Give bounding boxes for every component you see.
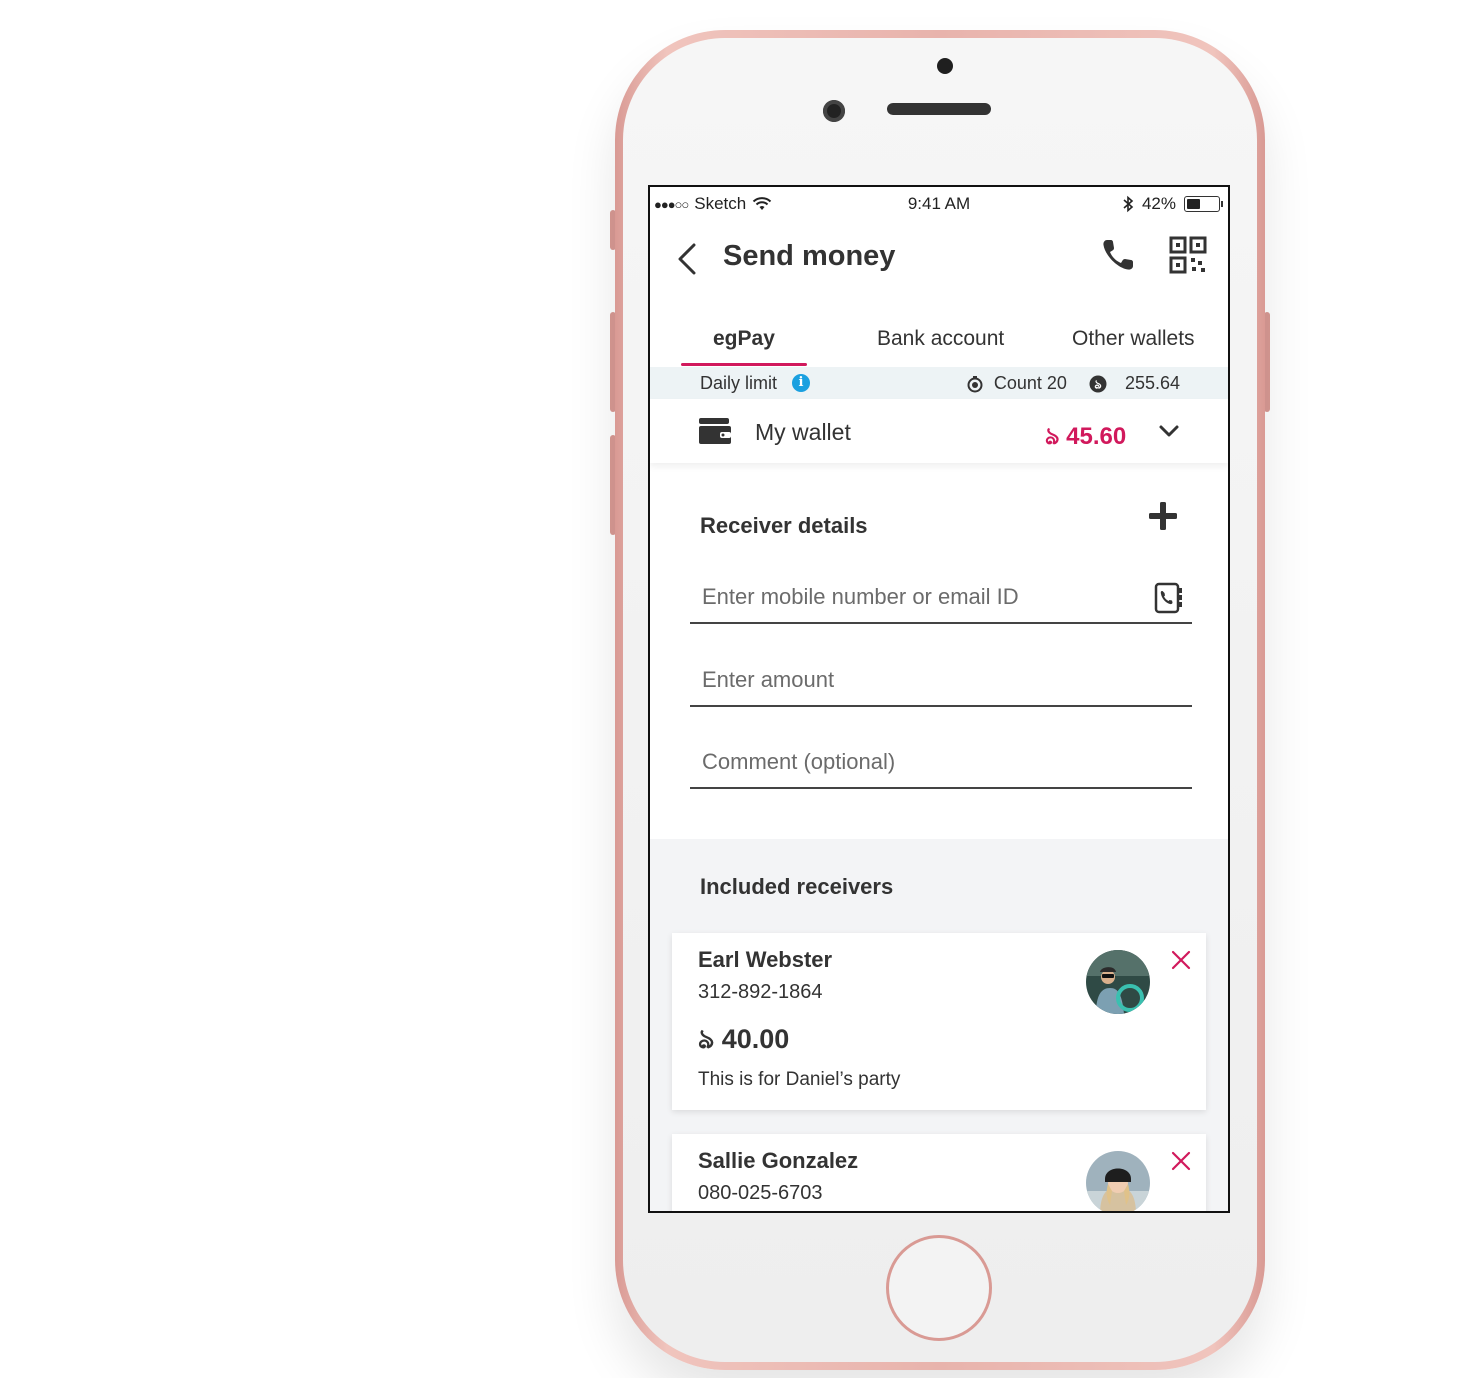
wallet-label: My wallet [755,419,851,445]
svg-text:ঌ: ঌ [1094,377,1101,391]
daily-limit-amount: 255.64 [1124,373,1180,393]
daily-limit-bar: Daily limit i Count 20 ঌ 255.64 [650,367,1228,399]
comment-field [690,737,1192,789]
mobile-email-input[interactable] [690,572,1192,622]
receiver-details-title: Receiver details [700,513,868,538]
add-receiver-button[interactable] [1146,499,1180,533]
receiver-comment: This is for Daniel’s party [698,1069,901,1090]
daily-limit-values: Count 20 ঌ 255.64 [966,373,1180,394]
receiver-amount: ঌ 40.00 [698,1024,790,1054]
wallet-balance: ঌ 45.60 [1045,423,1127,450]
qr-code-icon[interactable] [1168,235,1208,275]
tab-other-wallets[interactable]: Other wallets [1072,327,1195,351]
daily-limit-count: Count 20 [993,373,1067,393]
app-header: Send money [650,227,1228,297]
front-camera [823,100,845,122]
avatar [1086,1151,1150,1211]
earpiece-speaker [887,103,991,115]
active-tab-indicator [681,363,807,366]
receiver-card[interactable]: Earl Webster 312-892-1864 ঌ 40.00 This i… [672,933,1206,1110]
receiver-card[interactable]: Sallie Gonzalez 080-025-6703 [672,1134,1206,1211]
receiver-name: Sallie Gonzalez [698,1148,859,1173]
amount-field [690,655,1192,707]
stopwatch-icon [967,375,983,392]
wallet-icon [699,418,731,444]
info-icon[interactable]: i [792,374,810,392]
tab-bank-account[interactable]: Bank account [877,327,1004,351]
status-bar: ●●●○○ Sketch 9:41 AM 42% [650,187,1228,221]
battery-fill [1187,199,1200,209]
currency-icon: ঌ [1089,375,1107,392]
page-title: Send money [723,240,896,272]
amount-input[interactable] [690,655,1192,705]
transfer-tabs: egPay Bank account Other wallets [650,319,1228,367]
remove-receiver-icon[interactable] [1170,1150,1192,1172]
daily-limit-label: Daily limit [700,373,778,393]
battery-icon [1184,196,1223,212]
bluetooth-icon [1123,195,1134,213]
comment-input[interactable] [690,737,1192,787]
proximity-sensor [937,58,953,74]
avatar [1086,950,1150,1014]
phone-screen: ●●●○○ Sketch 9:41 AM 42% Send money egPa… [648,185,1230,1213]
contacts-book-icon[interactable] [1154,582,1184,614]
battery-percent: 42% [1141,194,1176,213]
receiver-phone: 080-025-6703 [698,1182,823,1204]
receiver-phone: 312-892-1864 [698,981,823,1003]
phone-icon[interactable] [1098,235,1138,275]
included-receivers-title: Included receivers [700,874,894,899]
mockup-stage: ●●●○○ Sketch 9:41 AM 42% Send money egPa… [0,0,1479,1378]
status-right: 42% [1122,194,1223,214]
back-chevron-icon[interactable] [670,239,706,279]
wallet-selector[interactable]: My wallet ঌ 45.60 [650,399,1228,463]
tab-egpay[interactable]: egPay [713,327,775,351]
mobile-email-input-container [690,572,1192,624]
chevron-down-icon[interactable] [1157,421,1181,441]
receiver-name: Earl Webster [698,947,833,972]
remove-receiver-icon[interactable] [1170,949,1192,971]
included-receivers-section: Included receivers Earl Webster 312-892-… [650,839,1228,1211]
home-button[interactable] [886,1235,992,1341]
